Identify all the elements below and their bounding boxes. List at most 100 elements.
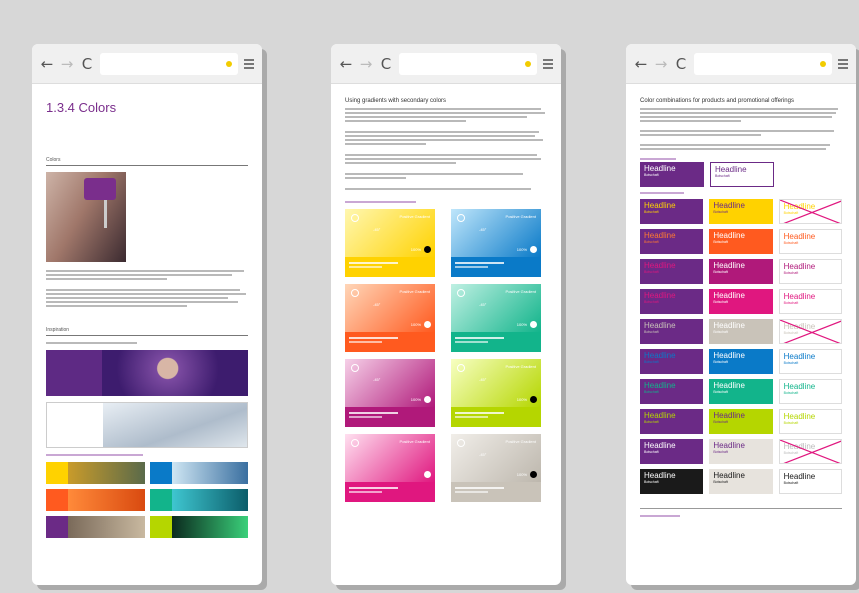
browser-window-gradients: ← → C Using gradients with secondary col… [331,44,561,585]
back-icon[interactable]: ← [40,56,54,71]
bookmark-star-icon[interactable] [226,60,232,67]
gradient-label: Positive Gradient [505,214,536,219]
headline-row: Headline Botschaft Headline Botschaft Headli… [640,289,842,314]
cross-out-icon [779,200,841,223]
menu-icon[interactable] [838,58,848,69]
botschaft-text: Botschaft [783,481,799,485]
headline-text: Headline [713,291,745,300]
headline-text: Headline [783,352,816,361]
menu-icon[interactable] [244,58,254,69]
gradient-label: Positive Gradient [505,289,536,294]
color-name-bar [345,482,435,502]
stop-dot-icon [424,321,431,328]
color-name-bar [345,257,435,277]
headline-text: Headline [783,262,816,271]
headline-row: Headline Botschaft Headline Botschaft Headli… [640,379,842,404]
botschaft-text: Botschaft [783,271,799,275]
gradient-tiles: Positive Gradient -45° 100% Positive Gradie… [345,209,547,502]
headline-text: Headline [644,381,676,390]
botschaft-text: Botschaft [713,240,728,244]
back-icon[interactable]: ← [339,56,353,71]
color-name-bar [451,257,541,277]
stop-dot-icon [424,396,431,403]
headline-text: Headline [644,351,676,360]
color-name-bar [345,407,435,427]
address-bar[interactable] [399,52,537,75]
botschaft-text: Botschaft [644,270,659,274]
headline-text: Headline [644,411,676,420]
browser-toolbar: ← → C [626,44,856,84]
percent-label: 100% [410,397,421,402]
headline-sample: Headline Botschaft [709,259,773,284]
percent-label: 100% [410,322,421,327]
reload-icon[interactable]: C [80,56,94,71]
headline-text: Headline [783,292,816,301]
forward-icon[interactable]: → [359,56,373,71]
headline-sample: Headline Botschaft [640,349,704,374]
botschaft-text: Botschaft [644,390,659,394]
address-bar[interactable] [694,52,832,75]
headline-text: Headline [644,471,676,480]
color-name-bar [451,332,541,352]
headline-text: Headline [713,471,745,480]
stop-dot-icon [530,396,537,403]
angle-label: -45° [373,227,381,232]
botschaft-text: Botschaft [713,300,728,304]
headline-sample: Headline Botschaft [640,289,704,314]
headline-text: Headline [783,472,816,481]
page-title: 1.3.4 Colors [46,100,117,115]
bookmark-star-icon[interactable] [525,60,531,67]
headline-sample-not-allowed: Headline Botschaft [778,199,842,224]
headline-text: Headline [644,164,676,173]
headline-sample: Headline Botschaft [778,259,842,284]
menu-icon[interactable] [543,58,553,69]
circle-icon [457,364,465,372]
headline-text: Headline [644,441,676,450]
botschaft-text: Botschaft [713,390,728,394]
page-content: Color combinations for products and prom… [626,84,856,527]
gradient-label: Positive Gradient [399,439,430,444]
headline-sample: Headline Botschaft [640,409,704,434]
percent-label: 100% [516,397,527,402]
headline-sample: Headline Botschaft [640,319,704,344]
headline-sample-not-allowed: Headline Botschaft [778,319,842,344]
reload-icon[interactable]: C [674,56,688,71]
forward-icon[interactable]: → [654,56,668,71]
address-bar[interactable] [100,52,238,75]
stop-dot-icon [530,321,537,328]
headline-sample: Headline Botschaft [709,229,773,254]
circle-icon [457,439,465,447]
botschaft-text: Botschaft [783,241,799,245]
page-title: Using gradients with secondary colors [345,98,447,104]
back-icon[interactable]: ← [634,56,648,71]
percent-label: 100% [516,472,527,477]
reload-icon[interactable]: C [379,56,393,71]
headline-combination-grid: Headline Botschaft Headline Botschaft Headli… [640,162,842,494]
botschaft-text: Botschaft [713,210,728,214]
headline-sample: Headline Botschaft [709,349,773,374]
headline-text: Headline [783,232,816,241]
botschaft-text: Botschaft [783,361,799,365]
headline-sample: Headline Botschaft [778,469,842,494]
circle-icon [457,214,465,222]
bookmark-star-icon[interactable] [820,60,826,67]
cross-out-icon [779,440,841,463]
inspiration-purple-banner [46,350,248,396]
headline-sample: Headline Botschaft [709,289,773,314]
woman-painting-photo [46,172,126,262]
color-name-bar [345,332,435,352]
forward-icon[interactable]: → [60,56,74,71]
headline-text: Headline [713,321,745,330]
botschaft-text: Botschaft [713,450,728,454]
headline-text: Headline [713,411,745,420]
gradient-label: Positive Gradient [505,439,536,444]
headline-text: Headline [783,412,816,421]
headline-sample: Headline Botschaft [709,439,773,464]
percent-label: 100% [516,247,527,252]
headline-text: Headline [713,441,745,450]
section-divider [640,506,842,509]
gradient-label: Positive Gradient [399,289,430,294]
botschaft-text: Botschaft [644,420,659,424]
headline-row: Headline Botschaft Headline Botschaft Headli… [640,259,842,284]
angle-label: -45° [479,452,487,457]
